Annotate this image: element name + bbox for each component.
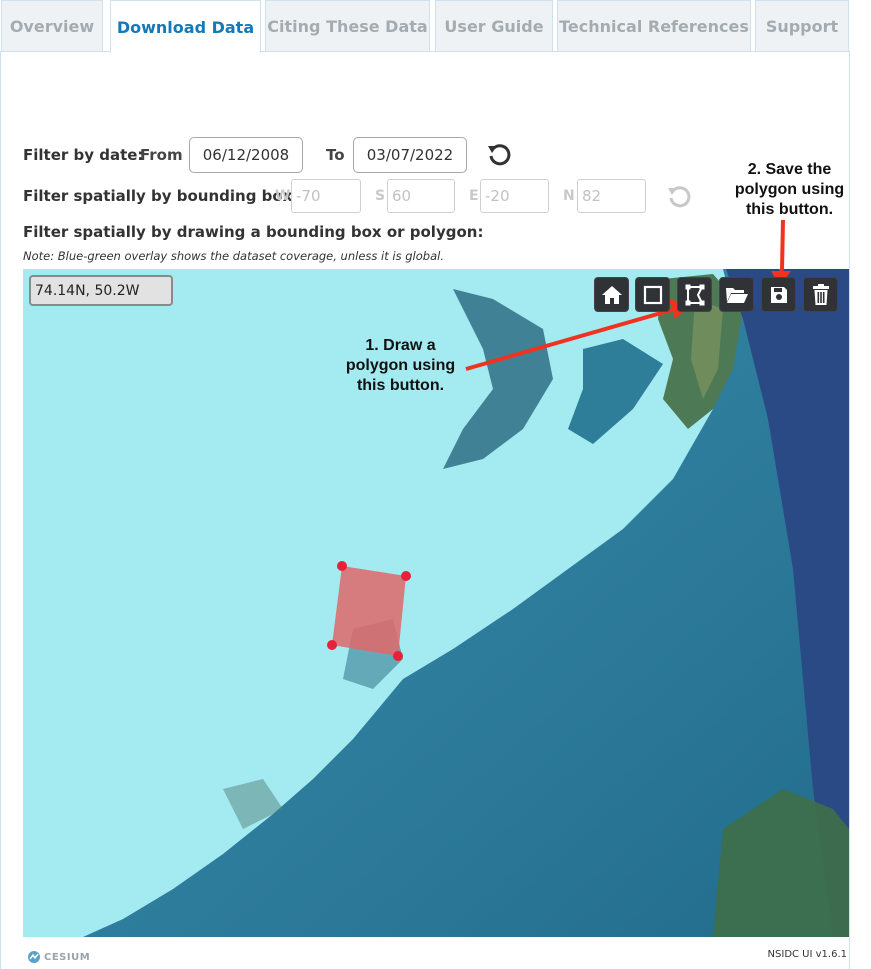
tab-download-data[interactable]: Download Data	[110, 0, 261, 53]
callout-line: this button.	[745, 201, 834, 218]
draw-polygon-button[interactable]	[677, 277, 712, 312]
callout-line: this button.	[356, 377, 445, 394]
open-file-button[interactable]	[719, 277, 754, 312]
cesium-text: CESIUM	[44, 951, 91, 963]
polygon-vertex	[327, 640, 337, 650]
drawn-polygon	[332, 566, 406, 656]
arrow-to-save-tool-upper	[780, 220, 785, 270]
polygon-vertex	[401, 571, 411, 581]
tab-overview[interactable]: Overview	[1, 0, 103, 52]
reset-bbox-button[interactable]	[666, 184, 692, 210]
coordinate-readout: 74.14N, 50.2W	[29, 275, 173, 306]
version-label: NSIDC UI v1.6.1	[767, 949, 847, 960]
content-border-left	[0, 52, 1, 969]
trash-icon	[812, 283, 829, 305]
callout-draw-polygon: 1. Draw a polygon using this button.	[328, 336, 473, 396]
south-input[interactable]: 60	[387, 179, 455, 213]
callout-line: polygon using	[345, 357, 456, 374]
home-icon	[601, 285, 622, 304]
south-label: S	[375, 188, 386, 204]
cesium-icon	[28, 951, 40, 963]
save-icon	[770, 286, 787, 303]
reset-date-button[interactable]	[486, 142, 512, 168]
callout-save-polygon: 2. Save the polygon using this button.	[712, 160, 867, 220]
reset-icon	[488, 144, 511, 166]
coverage-note: Note: Blue-green overlay shows the datas…	[23, 249, 444, 263]
folder-open-icon	[725, 287, 748, 303]
east-input[interactable]: -20	[480, 179, 549, 213]
north-label: N	[563, 188, 575, 204]
from-label: From	[140, 146, 183, 164]
tab-technical-references[interactable]: Technical References	[557, 0, 751, 52]
draw-filter-label: Filter spatially by drawing a bounding b…	[23, 223, 484, 241]
west-input[interactable]: -70	[291, 179, 361, 213]
east-label: E	[469, 188, 479, 204]
rectangle-icon	[643, 285, 662, 304]
polygon-vertex	[393, 651, 403, 661]
to-label: To	[326, 146, 345, 164]
polygon-icon	[685, 284, 704, 305]
west-label: W	[275, 188, 291, 204]
from-date-input[interactable]: 06/12/2008	[189, 137, 303, 173]
tab-citing-these-data[interactable]: Citing These Data	[265, 0, 430, 52]
draw-rectangle-button[interactable]	[635, 277, 670, 312]
tab-bar: Overview Download Data Citing These Data…	[0, 0, 871, 53]
home-button[interactable]	[594, 277, 629, 312]
save-polygon-button[interactable]	[761, 277, 796, 312]
polygon-vertex	[337, 561, 347, 571]
reset-icon	[668, 186, 691, 208]
tab-user-guide[interactable]: User Guide	[435, 0, 553, 52]
map-viewer[interactable]: 74.14N, 50.2W 1. Draw a polygon using th…	[23, 269, 849, 937]
bbox-filter-label: Filter spatially by bounding box:	[23, 187, 299, 205]
tab-support[interactable]: Support	[755, 0, 849, 52]
callout-line: 2. Save the	[747, 161, 832, 178]
callout-line: polygon using	[734, 181, 845, 198]
cesium-logo[interactable]: CESIUM	[27, 949, 90, 965]
delete-polygon-button[interactable]	[803, 277, 838, 312]
callout-line: 1. Draw a	[365, 337, 436, 354]
north-input[interactable]: 82	[577, 179, 646, 213]
date-filter-label: Filter by date:	[23, 146, 144, 164]
to-date-input[interactable]: 03/07/2022	[353, 137, 467, 173]
